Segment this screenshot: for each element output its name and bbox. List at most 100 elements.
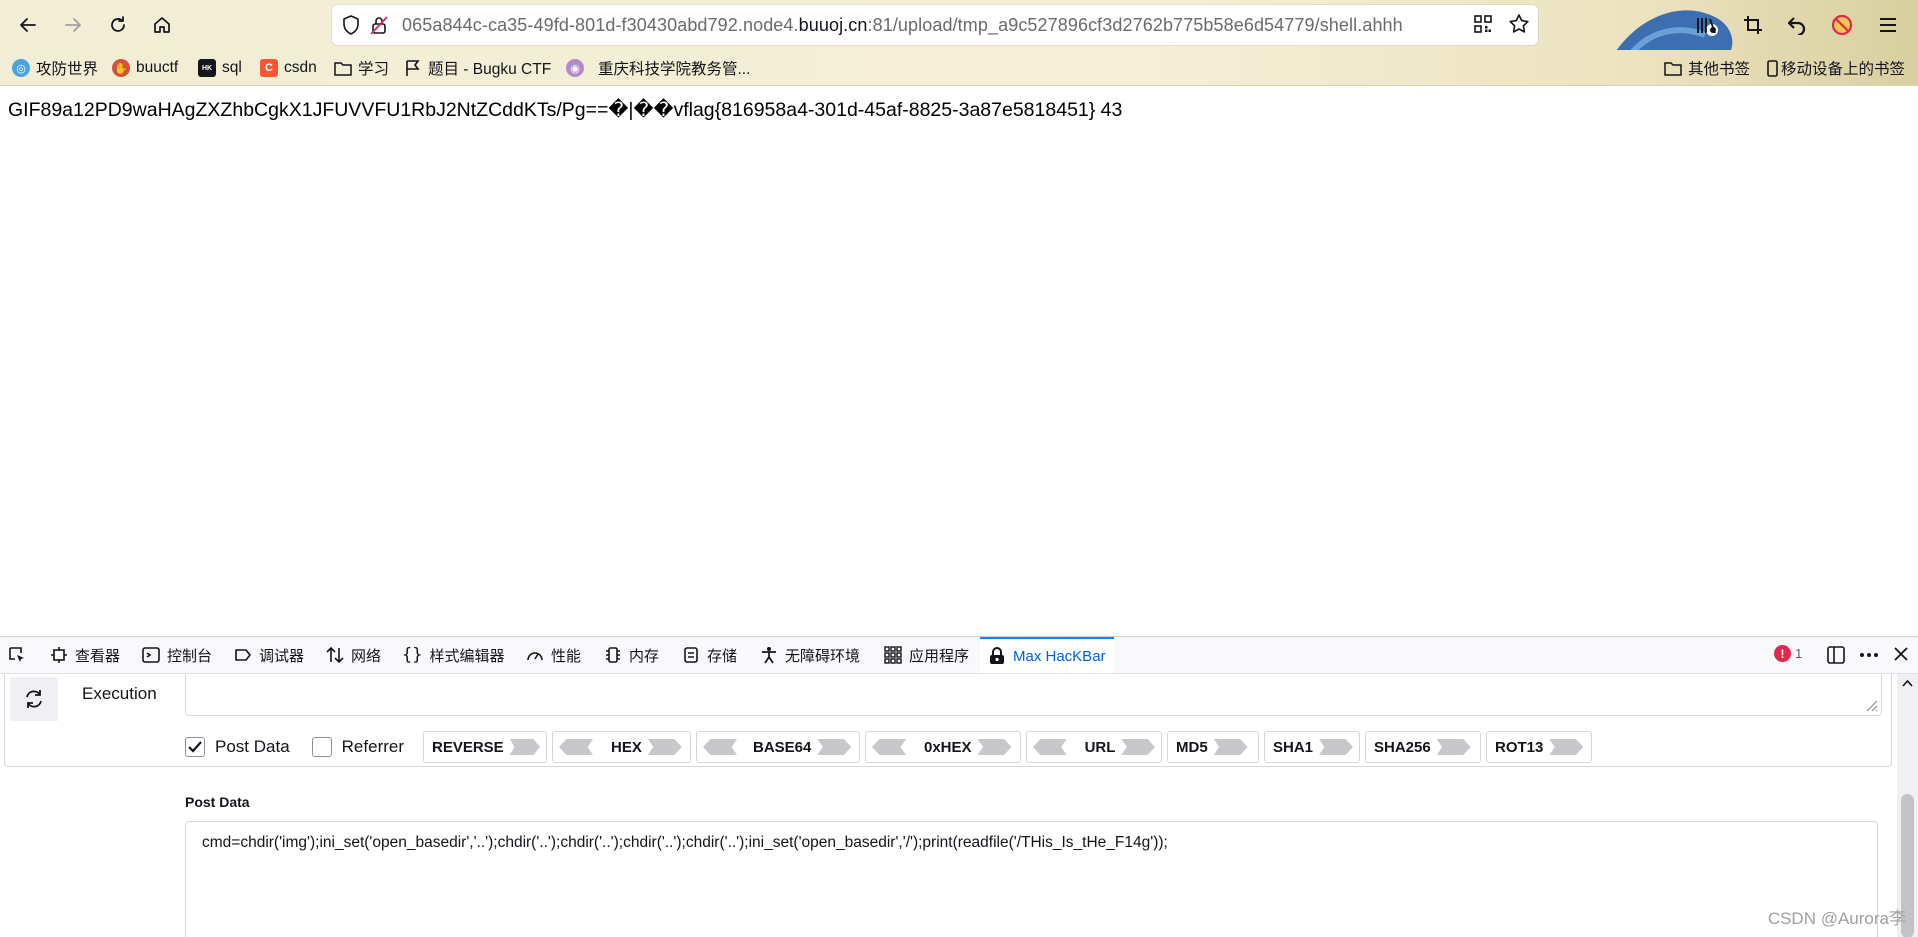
bookmark-star-icon[interactable] xyxy=(1508,13,1530,35)
tab-accessibility[interactable]: 无障碍环境 xyxy=(760,637,860,673)
url-bar[interactable]: 065a844c-ca35-49fd-801d-f30430abd792.nod… xyxy=(332,5,1538,45)
arrow-right-icon xyxy=(647,739,682,755)
forward-arrow-icon xyxy=(65,18,81,32)
page-body-text: GIF89a12PD9waHAgZXZhbCgkX1JFUVVFU1RbJ2Nt… xyxy=(8,99,1123,121)
execute-button[interactable] xyxy=(10,677,58,721)
tab-storage[interactable]: 存储 xyxy=(682,637,737,673)
post-data-label[interactable]: Post Data xyxy=(215,737,290,757)
devtools-more-button[interactable] xyxy=(1858,645,1880,665)
arrow-left-icon xyxy=(1033,739,1067,755)
back-button[interactable] xyxy=(12,9,44,41)
tab-inspector[interactable]: 查看器 xyxy=(50,637,120,673)
tab-label: 网络 xyxy=(351,647,382,665)
library-icon[interactable] xyxy=(1694,12,1720,38)
folder-icon xyxy=(1664,59,1682,77)
back-arrow-icon xyxy=(20,18,36,32)
undo-extension-icon[interactable] xyxy=(1784,12,1810,38)
home-button[interactable] xyxy=(146,9,178,41)
reload-button[interactable] xyxy=(102,9,134,41)
url-button[interactable]: URL xyxy=(1026,731,1162,763)
debugger-icon xyxy=(235,649,251,661)
bookmark-item[interactable]: C csdn xyxy=(260,57,317,79)
element-picker-button[interactable] xyxy=(8,637,33,673)
bookmark-item[interactable]: ✋ buuctf xyxy=(112,57,178,79)
tab-style-editor[interactable]: {} 样式编辑器 xyxy=(402,637,505,673)
tab-application[interactable]: 应用程序 xyxy=(884,637,969,673)
tab-memory[interactable]: 内存 xyxy=(604,637,659,673)
scroll-up-icon[interactable] xyxy=(1897,676,1918,692)
dock-side-icon xyxy=(1827,646,1845,664)
hackbar-icon: HK xyxy=(198,59,216,77)
style-editor-icon: {} xyxy=(402,645,423,665)
tab-debugger[interactable]: 调试器 xyxy=(234,637,304,673)
bookmark-item[interactable]: ◉ 重庆科技学院教务管... xyxy=(566,57,750,79)
referrer-checkbox[interactable] xyxy=(311,737,332,757)
devtools-panel: 查看器 控制台 调试器 网络 {} 样式编辑器 性能 内存 存储 无障碍环境 应… xyxy=(0,636,1918,937)
hackbar-options: Post Data Referrer xyxy=(185,731,426,763)
insecure-lock-icon[interactable] xyxy=(368,14,390,36)
tab-label: 内存 xyxy=(629,647,660,665)
nav-toolbar: 065a844c-ca35-49fd-801d-f30430abd792.nod… xyxy=(0,0,1918,86)
arrow-right-icon xyxy=(817,739,852,755)
buuctf-icon: ✋ xyxy=(112,59,130,77)
sha256-button[interactable]: SHA256 xyxy=(1365,731,1481,763)
base64-button[interactable]: BASE64 xyxy=(696,731,860,763)
tab-console[interactable]: 控制台 xyxy=(142,637,212,673)
url-textarea[interactable] xyxy=(185,674,1882,716)
checkmark-icon xyxy=(188,741,202,753)
tracking-shield-icon[interactable] xyxy=(340,14,362,36)
rot13-button[interactable]: ROT13 xyxy=(1486,731,1592,763)
console-icon xyxy=(142,647,160,663)
bookmark-folder[interactable]: 学习 xyxy=(334,57,389,79)
dock-toggle-button[interactable] xyxy=(1826,645,1846,665)
qr-code-icon[interactable] xyxy=(1472,13,1494,35)
error-indicator[interactable]: ! 1 xyxy=(1774,645,1802,662)
reload-icon xyxy=(111,16,125,32)
home-icon xyxy=(154,17,170,33)
accessibility-icon xyxy=(762,647,776,664)
inspector-icon xyxy=(51,647,67,663)
url-text[interactable]: 065a844c-ca35-49fd-801d-f30430abd792.nod… xyxy=(402,15,1403,36)
tab-max-hackbar[interactable]: Max HacKBar xyxy=(980,637,1114,673)
execute-label[interactable]: Execution xyxy=(82,684,157,704)
tab-network[interactable]: 网络 xyxy=(326,637,381,673)
bookmark-item[interactable]: ◎ 攻防世界 xyxy=(12,57,98,79)
network-icon xyxy=(326,646,344,664)
forward-button[interactable] xyxy=(57,9,89,41)
sha1-button[interactable]: SHA1 xyxy=(1264,731,1360,763)
screenshot-crop-icon[interactable] xyxy=(1740,12,1766,38)
bookmark-item[interactable]: HK sql xyxy=(198,57,242,79)
referrer-label[interactable]: Referrer xyxy=(342,737,404,757)
arrow-left-icon xyxy=(703,739,737,755)
md5-button[interactable]: MD5 xyxy=(1167,731,1259,763)
arrow-left-icon xyxy=(872,739,906,755)
other-bookmarks-folder[interactable]: 其他书签 xyxy=(1664,57,1750,79)
blocked-extension-icon[interactable] xyxy=(1829,12,1855,38)
bookmark-label: 其他书签 xyxy=(1688,61,1751,78)
menu-hamburger-icon[interactable] xyxy=(1875,12,1901,38)
bookmark-item[interactable]: 题目 - Bugku CTF xyxy=(404,57,551,79)
devtools-scrollbar[interactable] xyxy=(1897,674,1918,937)
memory-icon xyxy=(606,647,620,663)
post-data-checkbox[interactable] xyxy=(185,737,205,757)
0xhex-button[interactable]: 0xHEX xyxy=(865,731,1021,763)
watermark-text: CSDN @Aurora李 xyxy=(1767,909,1906,928)
tab-label: 样式编辑器 xyxy=(429,647,505,665)
application-icon xyxy=(884,646,902,664)
encoder-label: 0xHEX xyxy=(924,738,972,756)
encoder-label: BASE64 xyxy=(753,738,812,756)
devtools-close-button[interactable] xyxy=(1892,645,1910,663)
url-prefix: 065a844c-ca35-49fd-801d-f30430abd792.nod… xyxy=(402,14,799,35)
url-host: buuoj.cn xyxy=(798,14,868,35)
tab-label: 调试器 xyxy=(259,647,305,665)
encoder-label: SHA256 xyxy=(1374,738,1431,756)
mobile-bookmarks-folder[interactable]: 移动设备上的书签 xyxy=(1766,57,1905,79)
post-data-textarea[interactable]: cmd=chdir('img');ini_set('open_basedir',… xyxy=(185,821,1878,937)
tab-performance[interactable]: 性能 xyxy=(526,637,581,673)
hex-button[interactable]: HEX xyxy=(552,731,691,763)
encoder-label: MD5 xyxy=(1176,738,1208,756)
reverse-button[interactable]: REVERSE xyxy=(423,731,547,763)
error-count: 1 xyxy=(1795,646,1803,661)
resize-grip-icon[interactable] xyxy=(1864,698,1878,712)
arrow-right-icon xyxy=(1121,739,1155,755)
